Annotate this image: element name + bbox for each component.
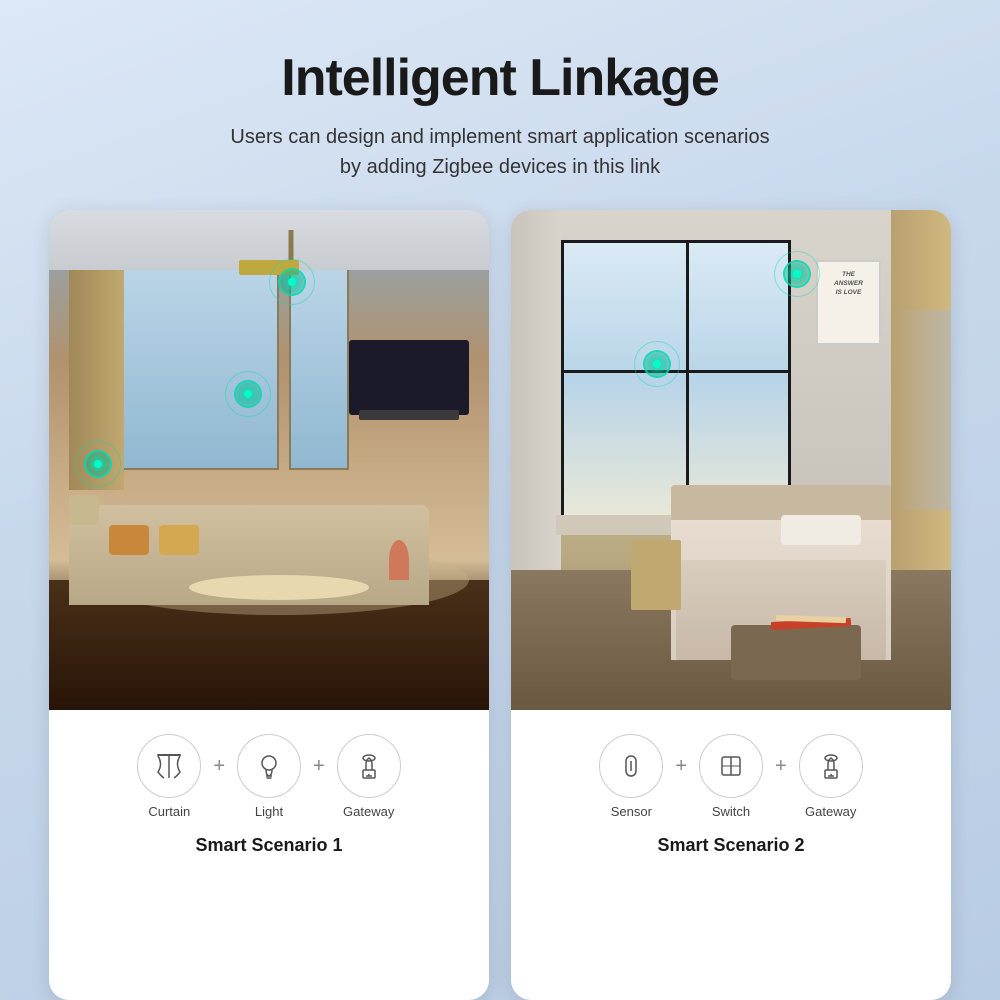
gateway-label-1: Gateway (343, 804, 394, 819)
card2-icons-row: Sensor + Switch + (531, 734, 931, 819)
gateway-icon-2 (815, 750, 847, 782)
card1-image (49, 210, 489, 710)
wall-picture: THEANSWERIS LOVE (816, 260, 881, 345)
signal-dot-5 (783, 260, 811, 288)
gateway-icon-1 (353, 750, 385, 782)
bedroom-scene: THEANSWERIS LOVE (511, 210, 951, 710)
page-header: Intelligent Linkage Users can design and… (210, 0, 789, 210)
switch-label: Switch (712, 804, 750, 819)
blue-glow (891, 310, 951, 510)
gateway-label-2: Gateway (805, 804, 856, 819)
signal-dot-2 (234, 380, 262, 408)
card2-icon-sensor: Sensor (599, 734, 663, 819)
card1-icon-curtain: Curtain (137, 734, 201, 819)
plus-3: + (675, 755, 687, 778)
card2-icon-gateway: Gateway (799, 734, 863, 819)
gateway-icon-circle-1 (337, 734, 401, 798)
main-title: Intelligent Linkage (230, 48, 769, 108)
plus-2: + (313, 755, 325, 778)
card1-icon-light: Light (237, 734, 301, 819)
card2-footer: Sensor + Switch + (511, 710, 951, 876)
sensor-label: Sensor (611, 804, 652, 819)
light-label: Light (255, 804, 283, 819)
curtain-icon (153, 750, 185, 782)
signal-dot-1 (278, 268, 306, 296)
card1-icons-row: Curtain + Light + (69, 734, 469, 819)
sensor-icon-circle (599, 734, 663, 798)
plus-4: + (775, 755, 787, 778)
signal-dot-4 (643, 350, 671, 378)
switch-icon (715, 750, 747, 782)
plus-1: + (213, 755, 225, 778)
card1-footer: Curtain + Light + (49, 710, 489, 876)
subtitle: Users can design and implement smart app… (230, 122, 769, 182)
gateway-icon-circle-2 (799, 734, 863, 798)
cards-container: Curtain + Light + (0, 210, 1000, 1000)
switch-icon-circle (699, 734, 763, 798)
subtitle-line1: Users can design and implement smart app… (230, 126, 769, 148)
light-icon (253, 750, 285, 782)
curtain-label: Curtain (148, 804, 190, 819)
card-scenario-2: THEANSWERIS LOVE (511, 210, 951, 1000)
sensor-icon (615, 750, 647, 782)
card-scenario-1: Curtain + Light + (49, 210, 489, 1000)
living-room-scene (49, 210, 489, 710)
card1-icon-gateway: Gateway (337, 734, 401, 819)
card2-image: THEANSWERIS LOVE (511, 210, 951, 710)
scenario-title-1: Smart Scenario 1 (69, 835, 469, 856)
card2-icon-switch: Switch (699, 734, 763, 819)
scenario-title-2: Smart Scenario 2 (531, 835, 931, 856)
subtitle-line2: by adding Zigbee devices in this link (340, 156, 660, 178)
signal-dot-3 (84, 450, 112, 478)
curtain-icon-circle (137, 734, 201, 798)
light-icon-circle (237, 734, 301, 798)
